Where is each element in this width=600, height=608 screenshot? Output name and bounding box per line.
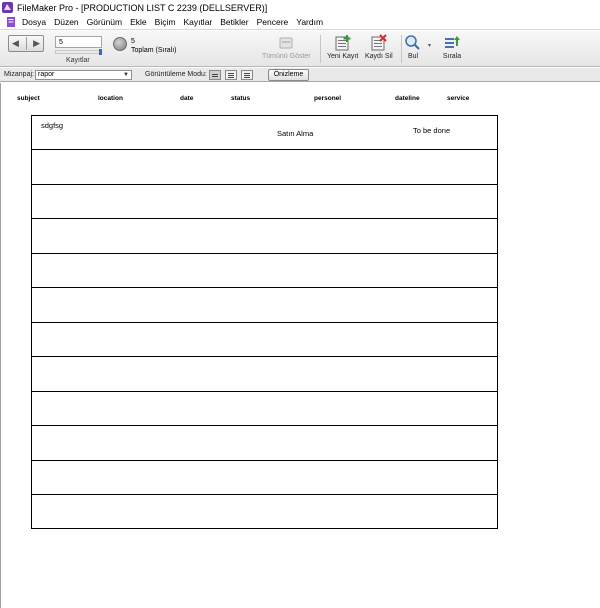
total-record-count: 5 [131,38,135,45]
table-row[interactable] [32,461,497,495]
cell-subject[interactable]: sdgfsg [41,121,63,130]
record-slider[interactable] [55,49,102,55]
menu-bicim[interactable]: Biçim [155,17,176,27]
find-label: Bul [407,53,419,60]
show-all-icon [279,37,293,49]
delete-record-icon [371,34,387,51]
menu-betikler[interactable]: Betikler [220,17,248,27]
table-row[interactable] [32,150,497,185]
title-bar: FileMaker Pro - [PRODUCTION LIST C 2239 … [0,0,600,15]
new-record-button[interactable]: Yeni Kayıt [327,34,358,60]
layout-label: Mizanpaj: [4,71,34,78]
records-label: Kayıtlar [66,57,90,64]
table-row[interactable] [32,357,497,392]
new-record-icon [335,35,351,51]
table-row[interactable] [32,323,497,357]
form-view-button[interactable] [209,70,221,80]
sort-label: Sırala [442,53,462,60]
column-header-dateline: dateline [395,95,420,102]
menu-dosya[interactable]: Dosya [22,17,46,27]
menu-pencere[interactable]: Pencere [257,17,289,27]
table-row[interactable] [32,426,497,461]
cell-personel[interactable]: Satın Alma [277,129,313,138]
found-set-pie-icon [113,37,127,51]
menu-duzen[interactable]: Düzen [54,17,79,27]
cell-service[interactable]: To be done [413,126,450,135]
table-row[interactable] [32,495,497,530]
table-row[interactable] [32,219,497,254]
chevron-down-icon: ▼ [123,72,129,78]
status-toolbar: ◀ ▶ Kayıtlar 5 Toplam (Sıralı) Tümünü Gö… [0,31,600,67]
table-row[interactable] [32,392,497,426]
table-row[interactable] [32,254,497,288]
find-button[interactable]: Bul [403,34,423,60]
show-all-label: Tümünü Göster [262,53,311,60]
column-header-personel: personel [314,95,342,102]
delete-record-label: Kaydı Sil [365,53,393,60]
menu-ekle[interactable]: Ekle [130,17,147,27]
table-row[interactable]: sdgfsg Satın Alma To be done [32,116,497,150]
new-record-label: Yeni Kayıt [327,53,359,60]
toolbar-separator [320,35,321,63]
menu-yardim[interactable]: Yardım [296,17,323,27]
filemaker-app-icon [2,2,13,13]
layout-select[interactable]: rapor ▼ [35,70,132,80]
layout-bar: Mizanpaj: rapor ▼ Görüntüleme Modu: Öniz… [0,68,600,82]
sort-icon [445,36,460,48]
list-view-button[interactable] [225,70,237,80]
menu-bar: Dosya Düzen Görünüm Ekle Biçim Kayıtlar … [0,15,600,30]
total-sorted-label: Toplam (Sıralı) [131,47,177,54]
menu-kayitlar[interactable]: Kayıtlar [183,17,212,27]
next-record-icon[interactable]: ▶ [33,39,40,48]
sort-button[interactable]: Sırala [442,34,462,60]
column-header-location: location [98,95,123,102]
record-book-navigator[interactable]: ◀ ▶ [8,35,44,52]
layout-select-value: rapor [38,71,55,78]
toolbar-separator [401,35,402,63]
table-row[interactable] [32,288,497,323]
preview-button[interactable]: Önizleme [268,69,309,81]
menu-gorunum[interactable]: Görünüm [87,17,122,27]
previous-record-icon[interactable]: ◀ [12,39,19,48]
magnifier-icon [405,35,420,50]
record-slider-thumb[interactable] [99,49,102,55]
column-header-service: service [447,95,470,102]
book-divider [25,37,27,50]
layout-content-area: subject location date status personel da… [0,83,600,608]
column-header-status: status [231,95,251,102]
records-portal: sdgfsg Satın Alma To be done [31,115,498,529]
window-title: FileMaker Pro - [PRODUCTION LIST C 2239 … [17,2,268,13]
column-header-subject: subject [17,95,40,102]
column-header-date: date [180,95,194,102]
find-dropdown-caret-icon[interactable]: ▾ [428,42,431,49]
delete-record-button[interactable]: Kaydı Sil [365,34,393,60]
document-icon[interactable] [6,17,16,27]
current-record-input[interactable] [55,36,102,48]
show-all-button[interactable]: Tümünü Göster [262,34,311,60]
table-view-button[interactable] [241,70,253,80]
table-row[interactable] [32,185,497,219]
view-mode-label: Görüntüleme Modu: [145,71,207,78]
